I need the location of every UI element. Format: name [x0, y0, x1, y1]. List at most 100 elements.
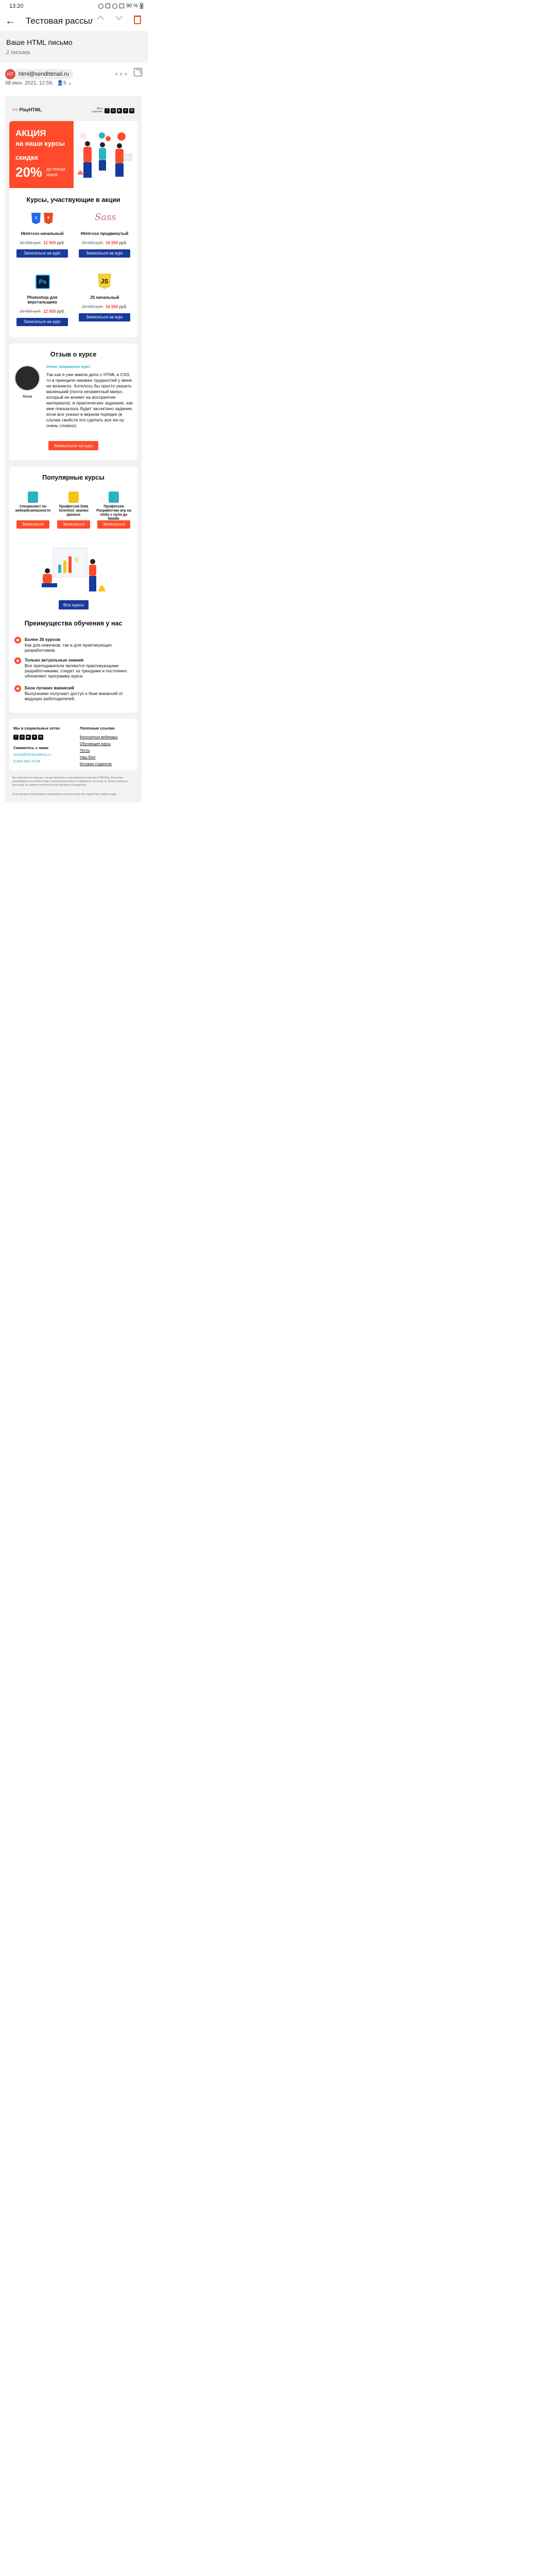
css3-icon: 3	[31, 213, 41, 224]
courses-title: Курсы, участвующие в акции	[26, 196, 120, 204]
person-a-head	[45, 568, 50, 573]
alarm-icon	[98, 3, 104, 9]
legal-share-text: Если письмо отображается некорректно или…	[12, 793, 116, 796]
person2-head	[100, 142, 105, 147]
course-card: Ps Photoshop для верстальщика 15 000 руб…	[12, 274, 72, 326]
course-logo: JS	[92, 274, 117, 293]
footer-link[interactable]: Бесплатные вебинары	[80, 736, 118, 739]
old-price: 15 000 руб.	[20, 309, 41, 314]
person3-body	[115, 149, 124, 163]
more-options-icon[interactable]: ∘∘∘	[114, 70, 128, 78]
promo-card: АКЦИЯ на наши курсы скидка 20% до конца …	[9, 121, 137, 337]
person-b-body	[89, 565, 96, 576]
enroll-button[interactable]: Записаться	[97, 520, 130, 529]
nfc-icon	[106, 4, 111, 8]
promo-percent: 20%	[15, 164, 43, 180]
new-price: 12 000	[43, 241, 56, 245]
dollar-sign: $	[75, 556, 79, 563]
popular-course-name: Профессия Разработчик игр на Unity с нул…	[96, 505, 131, 521]
person1-head	[85, 141, 90, 146]
footer-link[interactable]: Истории студентов	[80, 762, 112, 766]
playhtml-logo[interactable]: >< PlayHTML	[12, 107, 42, 112]
footer-link[interactable]: Обучающие курсы	[80, 742, 111, 746]
course-card: JS JS начальный 20 000 руб. 16 000 руб. З…	[75, 274, 134, 321]
previous-chevron-up-icon[interactable]	[96, 15, 105, 23]
person3-legs	[115, 163, 124, 177]
advantage-icon	[14, 657, 21, 664]
instagram-icon[interactable]: ◎	[20, 735, 25, 740]
footer-email-link[interactable]: study@htmlacademy.ru	[13, 753, 51, 757]
balloon-red	[117, 132, 126, 141]
youtube-icon[interactable]: ▶	[117, 108, 122, 113]
review-text: Так как я уже имела дело с HTML и CSS, т…	[46, 372, 133, 428]
enroll-button[interactable]: Записаться на курс	[79, 313, 130, 321]
signal-icon	[119, 4, 125, 8]
promo-line3: скидка	[15, 154, 38, 161]
person-b-legs	[89, 576, 96, 591]
review-card: Отзыв о курсе Анна Очень понравился курс…	[9, 344, 137, 460]
enroll-button[interactable]: Записаться	[16, 520, 49, 529]
balloon-small	[106, 136, 111, 141]
course-name: Photoshop для верстальщика	[27, 295, 58, 304]
old-price: 20 000 руб.	[82, 241, 103, 245]
plant	[98, 585, 106, 591]
popular-course-name: Специалист по кибербезопасности	[15, 505, 51, 513]
sender-email-chip[interactable]: html@sendhtmail.ru	[15, 69, 73, 79]
enroll-button[interactable]: Записаться на курс	[48, 441, 98, 450]
share-icon[interactable]	[134, 68, 142, 76]
new-price: 12 000	[43, 309, 56, 314]
balloon-teal	[99, 132, 105, 139]
board-bar	[58, 565, 61, 573]
advantages-title: Преимущества обучения у нас	[24, 620, 123, 627]
email-count: 2 письма	[6, 49, 30, 56]
person3-head	[117, 143, 122, 148]
hero-illustration	[77, 132, 132, 178]
footer-card: Мы в социальных сетях f ◎ ▶ ➤ vk Свяжите…	[9, 719, 137, 770]
reviewer-name: Анна	[22, 394, 32, 399]
review-lead: Очень понравился курс!	[46, 365, 91, 369]
enroll-button[interactable]: Записаться на курс	[16, 249, 68, 258]
legal-text: Вы получили это письмо, так как являетес…	[12, 776, 128, 787]
chevron-down-icon: ⌄	[67, 80, 72, 86]
price-currency: руб.	[57, 241, 65, 245]
footer-link[interactable]: Наш блог	[80, 756, 96, 759]
advantage-text: Все преподаватели являются практикующими…	[25, 663, 127, 679]
footer-link[interactable]: Тесты	[80, 749, 90, 753]
speech-bubble	[79, 133, 86, 139]
vk-icon[interactable]: vk	[38, 735, 43, 740]
social-caption: Мы в соцсетях:	[92, 107, 103, 113]
enroll-button[interactable]: Записаться	[57, 520, 90, 529]
enroll-button[interactable]: Записаться на курс	[79, 249, 130, 258]
javascript-icon: JS	[98, 274, 111, 289]
course-name: Html+css продвинутый	[80, 231, 129, 236]
old-price: 15 000 руб.	[20, 241, 41, 245]
recipients-count: 5	[63, 80, 66, 86]
enroll-button[interactable]: Записаться на курс	[16, 318, 68, 326]
mute-icon	[112, 3, 118, 9]
all-courses-button[interactable]: Все курсы	[59, 600, 89, 609]
battery-icon	[140, 3, 143, 9]
facebook-icon[interactable]: f	[105, 108, 110, 113]
status-icons: 90 %	[98, 3, 143, 9]
sender-avatar[interactable]: HT	[5, 69, 15, 79]
telegram-icon[interactable]: ➤	[32, 735, 37, 740]
telegram-icon[interactable]: ➤	[123, 108, 128, 113]
new-price: 16 000	[105, 304, 118, 309]
promo-until: до конца июня	[46, 166, 65, 177]
email-date[interactable]: 08 июн. 2021, 12:59, 👤5 ⌄	[5, 80, 72, 86]
course-logo: Sass	[92, 210, 117, 229]
promo-line1: АКЦИЯ	[15, 128, 46, 138]
back-arrow-icon[interactable]: ←	[5, 15, 15, 27]
facebook-icon[interactable]: f	[13, 735, 19, 740]
person1-body	[83, 147, 92, 162]
thread-header: Ваше HTML письмо 2 письма	[0, 31, 148, 63]
next-chevron-down-icon[interactable]	[115, 12, 123, 21]
logo-text: PlayHTML	[19, 107, 42, 112]
vk-icon[interactable]: vk	[129, 108, 134, 113]
instagram-icon[interactable]: ◎	[111, 108, 116, 113]
promo-line2: на наши курсы	[15, 140, 65, 147]
person2-body	[99, 148, 106, 160]
trash-icon[interactable]	[134, 15, 141, 24]
youtube-icon[interactable]: ▶	[26, 735, 31, 740]
footer-phone-link[interactable]: 8-800-690-76-68	[13, 760, 40, 764]
